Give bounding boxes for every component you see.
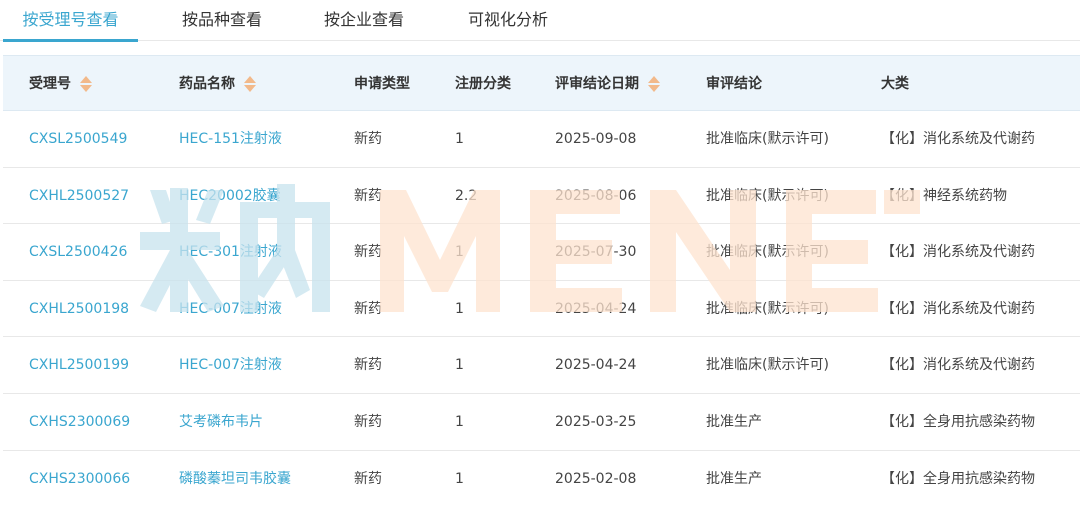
drug-category: 【化】全身用抗感染药物 — [881, 413, 1035, 430]
drug-name-link[interactable]: 磷酸蓁坦司韦胶囊 — [179, 451, 291, 505]
column-header-conclusion: 审评结论 — [706, 76, 762, 92]
tab-visual-analysis[interactable]: 可视化分析 — [452, 0, 564, 41]
drug-category: 【化】消化系统及代谢药 — [881, 300, 1035, 317]
table-row: CXHL2500199 HEC-007注射液 新药 1 2025-04-24 批准临床(默… — [3, 337, 1080, 394]
drug-category: 【化】消化系统及代谢药 — [881, 244, 1035, 261]
conclusion-date: 2025-04-24 — [555, 357, 637, 374]
apply-type: 新药 — [354, 300, 382, 317]
apply-type: 新药 — [354, 413, 382, 430]
drug-category: 【化】消化系统及代谢药 — [881, 357, 1035, 374]
drug-category: 【化】神经系统药物 — [881, 187, 1007, 204]
apply-type: 新药 — [354, 187, 382, 204]
review-conclusion: 批准临床(默示许可) — [706, 300, 829, 317]
drug-category: 【化】消化系统及代谢药 — [881, 131, 1035, 147]
tab-by-company[interactable]: 按企业查看 — [308, 0, 420, 41]
acceptance-no-link[interactable]: CXSL2500426 — [29, 224, 127, 280]
column-header-apply-type: 申请类型 — [354, 76, 410, 92]
apply-type: 新药 — [354, 244, 382, 261]
conclusion-date: 2025-02-08 — [555, 470, 637, 487]
registration-class: 1 — [455, 413, 464, 430]
column-header-drug-name[interactable]: 药品名称 — [179, 56, 256, 112]
acceptance-no-link[interactable]: CXSL2500549 — [29, 111, 127, 167]
sort-icon[interactable] — [244, 75, 256, 93]
acceptance-no-link[interactable]: CXHL2500198 — [29, 281, 129, 337]
drug-name-link[interactable]: HEC-007注射液 — [179, 281, 282, 337]
acceptance-no-link[interactable]: CXHL2500199 — [29, 337, 129, 393]
drug-category: 【化】全身用抗感染药物 — [881, 470, 1035, 487]
review-conclusion: 批准生产 — [706, 413, 762, 430]
registration-class: 1 — [455, 357, 464, 374]
acceptance-no-link[interactable]: CXHS2300069 — [29, 394, 130, 450]
sort-icon[interactable] — [648, 75, 660, 93]
apply-type: 新药 — [354, 357, 382, 374]
conclusion-date: 2025-07-30 — [555, 244, 637, 261]
acceptance-no-link[interactable]: CXHS2300066 — [29, 451, 130, 505]
registration-class: 2.2 — [455, 187, 478, 204]
conclusion-date: 2025-04-24 — [555, 300, 637, 317]
table-header: 受理号 药品名称 申请类型 注册分类 评审结论日期 审评结论 大类 — [3, 55, 1080, 111]
column-header-acceptance-no[interactable]: 受理号 — [29, 56, 92, 112]
table-row: CXSL2500549 HEC-151注射液 新药 1 2025-09-08 批准临床(默… — [3, 111, 1080, 168]
conclusion-date: 2025-09-08 — [555, 131, 637, 147]
apply-type: 新药 — [354, 470, 382, 487]
table-row: CXHS2300069 艾考磷布韦片 新药 1 2025-03-25 批准生产 【化】全身用… — [3, 393, 1080, 451]
registration-class: 1 — [455, 131, 464, 147]
review-conclusion: 批准生产 — [706, 470, 762, 487]
drug-name-link[interactable]: 艾考磷布韦片 — [179, 394, 263, 450]
registration-class: 1 — [455, 300, 464, 317]
column-header-reg-class: 注册分类 — [455, 76, 511, 92]
sort-icon[interactable] — [80, 75, 92, 93]
table-row: CXHS2300066 磷酸蓁坦司韦胶囊 新药 1 2025-02-08 批准生产 【化】全… — [3, 450, 1080, 505]
table-row: CXHL2500527 HEC20002胶囊 新药 2.2 2025-08-06 批准临床… — [3, 167, 1080, 225]
tab-by-acceptance-number[interactable]: 按受理号查看 — [3, 0, 138, 42]
drug-name-link[interactable]: HEC20002胶囊 — [179, 168, 281, 224]
results-table: 受理号 药品名称 申请类型 注册分类 评审结论日期 审评结论 大类 CXSL25… — [3, 55, 1080, 505]
conclusion-date: 2025-03-25 — [555, 413, 637, 430]
tab-by-variety[interactable]: 按品种查看 — [166, 0, 278, 41]
registration-class: 1 — [455, 244, 464, 261]
review-conclusion: 批准临床(默示许可) — [706, 244, 829, 261]
drug-name-link[interactable]: HEC-151注射液 — [179, 111, 282, 167]
table-row: CXHL2500198 HEC-007注射液 新药 1 2025-04-24 批准临床(默… — [3, 280, 1080, 338]
registration-class: 1 — [455, 470, 464, 487]
review-conclusion: 批准临床(默示许可) — [706, 357, 829, 374]
table-body: CXSL2500549 HEC-151注射液 新药 1 2025-09-08 批准临床(默… — [3, 111, 1080, 505]
drug-name-link[interactable]: HEC-301注射液 — [179, 224, 282, 280]
conclusion-date: 2025-08-06 — [555, 187, 637, 204]
column-header-conclusion-date[interactable]: 评审结论日期 — [555, 56, 660, 112]
tab-bar: 按受理号查看 按品种查看 按企业查看 可视化分析 — [0, 0, 1080, 42]
apply-type: 新药 — [354, 131, 382, 147]
drug-name-link[interactable]: HEC-007注射液 — [179, 337, 282, 393]
review-conclusion: 批准临床(默示许可) — [706, 131, 829, 147]
acceptance-no-link[interactable]: CXHL2500527 — [29, 168, 129, 224]
review-conclusion: 批准临床(默示许可) — [706, 187, 829, 204]
column-header-category: 大类 — [881, 76, 909, 92]
table-row: CXSL2500426 HEC-301注射液 新药 1 2025-07-30 批准临床(默… — [3, 224, 1080, 281]
